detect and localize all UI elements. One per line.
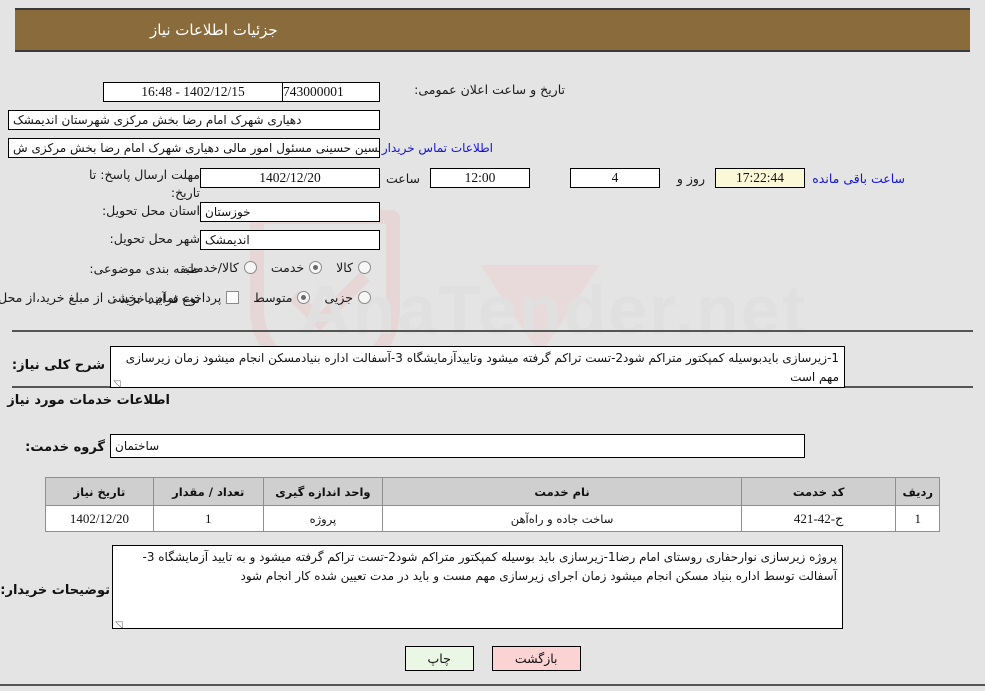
category-row: طبقه بندی موضوعی: [89, 261, 200, 276]
summary-text: 1-زیرسازی بایدبوسیله کمپکتور متراکم شود2… [125, 351, 839, 384]
category-option-kala-khedmat[interactable]: کالا/خدمت [184, 260, 257, 275]
process-option-motavaset-label: متوسط [253, 290, 293, 305]
cell-unit: پروژه [262, 505, 384, 532]
category-option-kala[interactable]: کالا [336, 260, 371, 275]
radio-motavaset-icon[interactable] [297, 291, 311, 304]
city-label: شهر محل تحویل: [109, 231, 200, 246]
th-quantity: تعداد / مقدار [152, 477, 264, 506]
buyer-notes-textarea[interactable]: پروژه زیرسازی نوارحفاری روستای امام رضا1… [112, 545, 843, 629]
city-value[interactable]: اندیمشک [200, 230, 380, 250]
divider-footer [0, 684, 985, 686]
resize-grip-icon[interactable]: ◸ [113, 377, 123, 387]
cell-quantity: 1 [152, 505, 264, 532]
province-label: استان محل تحویل: [101, 203, 200, 218]
days-word-label: روز و [676, 171, 705, 186]
announce-row: تاریخ و ساعت اعلان عمومی: [414, 82, 565, 97]
th-need-date: تاریخ نیاز [45, 477, 154, 506]
cell-row-no: 1 [895, 505, 940, 532]
category-label: طبقه بندی موضوعی: [89, 261, 200, 276]
deadline-date[interactable]: 1402/12/20 [200, 168, 380, 188]
th-row-no: ردیف [895, 477, 940, 506]
table-row[interactable]: 1 ج-42-421 ساخت جاده و راه‌آهن پروژه 1 1… [45, 505, 940, 532]
treasury-checkbox-option[interactable]: پرداخت تمام یا بخشی از مبلغ خرید،از محل … [0, 290, 240, 305]
footer-buttons: بازگشت چاپ [0, 646, 985, 671]
treasury-checkbox-label: پرداخت تمام یا بخشی از مبلغ خرید،از محل … [0, 290, 222, 305]
cell-service-name: ساخت جاده و راه‌آهن [382, 505, 742, 532]
buyer-org-value[interactable]: دهیاری شهرک امام رضا بخش مرکزی شهرستان ا… [8, 110, 380, 130]
radio-kala-icon[interactable] [358, 261, 371, 274]
cell-service-code: ج-42-421 [740, 505, 897, 532]
th-unit: واحد اندازه گیری [262, 477, 384, 506]
table-header-row: ردیف کد خدمت نام خدمت واحد اندازه گیری ت… [45, 477, 940, 506]
back-button[interactable]: بازگشت [491, 646, 581, 671]
service-group-label: گروه خدمت: [25, 440, 105, 455]
cell-need-date: 1402/12/20 [45, 505, 154, 532]
deadline-hour-label: ساعت [385, 171, 420, 186]
city-row: شهر محل تحویل: [110, 231, 200, 246]
process-option-motavaset[interactable]: متوسط [253, 290, 311, 305]
announce-label: تاریخ و ساعت اعلان عمومی: [414, 82, 565, 97]
services-table: ردیف کد خدمت نام خدمت واحد اندازه گیری ت… [45, 477, 940, 532]
province-value[interactable]: خوزستان [200, 202, 380, 222]
watermark-text: AnaTender.net [300, 271, 808, 349]
resize-grip-notes-icon[interactable]: ◸ [115, 618, 125, 628]
radio-kala-khedmat-icon[interactable] [243, 261, 257, 274]
buyer-contact-link[interactable]: اطلاعات تماس خریدار [382, 141, 493, 155]
category-options: کالا خدمت کالا/خدمت [184, 260, 385, 275]
category-option-khedmat[interactable]: خدمت [270, 260, 323, 275]
print-button[interactable]: چاپ [404, 646, 474, 671]
treasury-checkbox-icon[interactable] [226, 291, 240, 304]
radio-jozei-icon[interactable] [358, 291, 371, 304]
divider-info [12, 330, 973, 332]
th-service-code: کد خدمت [740, 477, 897, 506]
deadline-label: مهلت ارسال پاسخ: تا تاریخ: [89, 167, 200, 200]
time-left-value[interactable]: 17:22:44 [715, 168, 805, 188]
creator-value[interactable]: سیدحسین حسینی مسئول امور مالی دهیاری شهر… [8, 138, 380, 158]
deadline-row: مهلت ارسال پاسخ: تا تاریخ: [70, 166, 200, 201]
category-option-kala-khedmat-label: کالا/خدمت [184, 260, 239, 275]
th-service-name: نام خدمت [382, 477, 742, 506]
province-row: استان محل تحویل: [102, 203, 200, 218]
process-option-jozei-label: جزیی [324, 290, 353, 305]
service-group-value[interactable]: ساختمان [110, 434, 805, 458]
category-option-kala-label: کالا [336, 260, 353, 275]
watermark-arrow-icon [480, 265, 600, 355]
category-option-khedmat-label: خدمت [270, 260, 305, 275]
summary-label: شرح کلی نیاز: [11, 358, 105, 373]
deadline-time[interactable]: 12:00 [430, 168, 530, 188]
services-heading: اطلاعات خدمات مورد نیاز [7, 393, 170, 408]
radio-khedmat-icon[interactable] [309, 261, 323, 274]
buyer-notes-label: توضیحات خریدار: [0, 583, 110, 598]
announce-value[interactable]: 1402/12/15 - 16:48 [103, 82, 283, 102]
remaining-label: ساعت باقی مانده [812, 171, 905, 186]
buyer-notes-text: پروژه زیرسازی نوارحفاری روستای امام رضا1… [142, 550, 837, 583]
process-options: جزیی متوسط پرداخت تمام یا بخشی از مبلغ خ… [0, 290, 385, 305]
summary-textarea[interactable]: 1-زیرسازی بایدبوسیله کمپکتور متراکم شود2… [110, 346, 845, 388]
process-option-jozei[interactable]: جزیی [324, 290, 371, 305]
page-root: AnaTender.net جزئیات اطلاعات نیاز شماره … [0, 0, 985, 691]
page-title: جزئیات اطلاعات نیاز [150, 21, 278, 39]
page-title-bar: جزئیات اطلاعات نیاز [15, 8, 970, 52]
days-left-value[interactable]: 4 [570, 168, 660, 188]
